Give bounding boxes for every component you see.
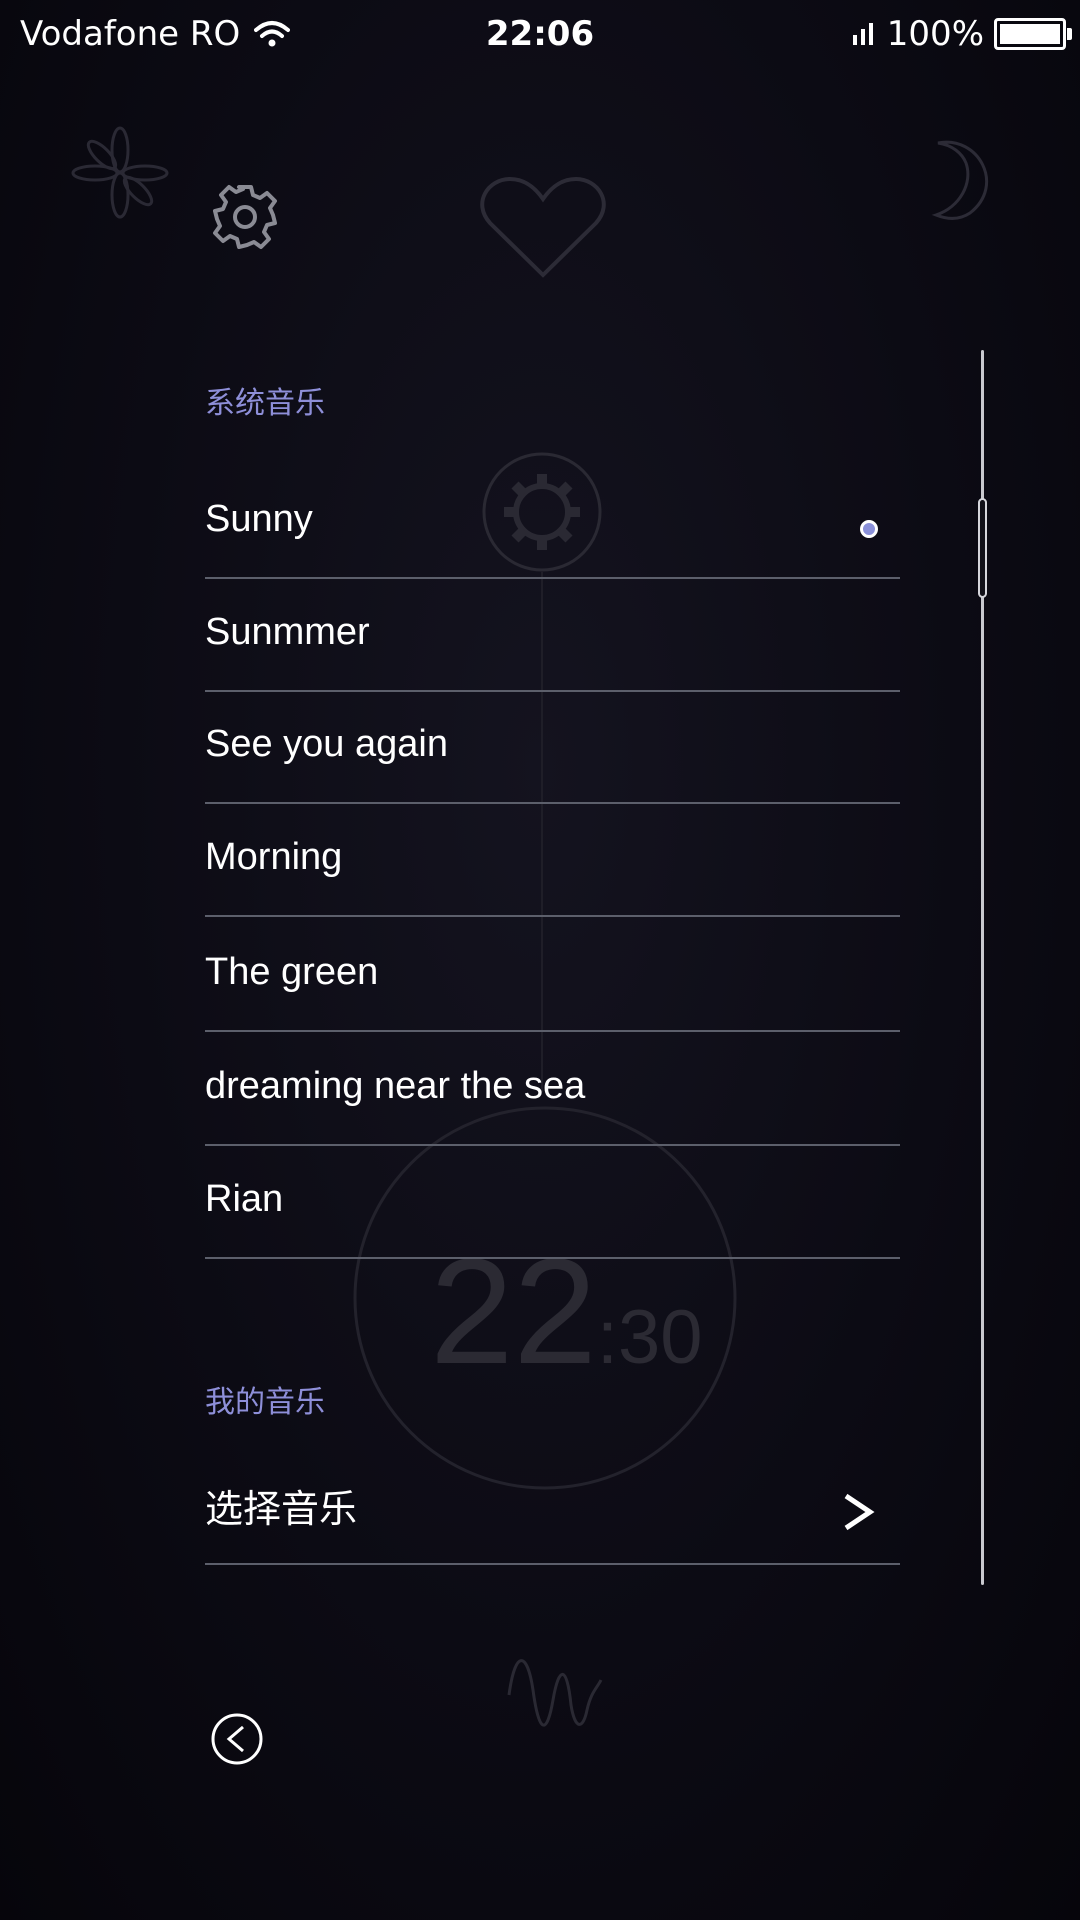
flower-icon	[71, 126, 169, 219]
song-label: The green	[205, 951, 379, 993]
song-item-dreaming-near-the-sea[interactable]: dreaming near the sea	[205, 1034, 900, 1146]
choose-music-row[interactable]: 选择音乐	[205, 1450, 900, 1565]
choose-music-label: 选择音乐	[205, 1487, 358, 1531]
status-bar: Vodafone RO 22:06 100%	[0, 0, 1080, 72]
battery-icon	[994, 18, 1072, 50]
system-music-title: 系统音乐	[205, 386, 325, 421]
song-item-sunny[interactable]: Sunny	[205, 467, 900, 579]
scrollbar-thumb[interactable]	[978, 498, 987, 598]
my-music-title: 我的音乐	[205, 1385, 325, 1420]
song-item-the-green[interactable]: The green	[205, 920, 900, 1032]
song-label: Sunmmer	[205, 611, 370, 653]
song-item-morning[interactable]: Morning	[205, 805, 900, 917]
song-item-sunmmer[interactable]: Sunmmer	[205, 580, 900, 692]
background-clock-minutes: :30	[596, 1295, 703, 1380]
battery-percent: 100%	[886, 14, 984, 54]
back-arrow-icon[interactable]	[210, 1712, 264, 1766]
status-right: 100%	[851, 14, 1072, 54]
song-label: Rian	[205, 1178, 284, 1220]
song-item-see-you-again[interactable]: See you again	[205, 692, 900, 804]
song-label: Morning	[205, 836, 343, 878]
battery-fill	[1000, 24, 1060, 44]
song-label: dreaming near the sea	[205, 1065, 586, 1107]
heart-icon	[480, 176, 606, 278]
gear-icon[interactable]	[210, 182, 280, 252]
moon-icon	[931, 140, 989, 220]
song-label: Sunny	[205, 498, 313, 540]
chevron-right-icon	[844, 1493, 875, 1531]
song-item-rian[interactable]: Rian	[205, 1147, 900, 1259]
selected-indicator	[860, 520, 878, 538]
wave-icon	[507, 1659, 603, 1727]
signal-icon	[852, 23, 873, 45]
song-label: See you again	[205, 723, 448, 765]
